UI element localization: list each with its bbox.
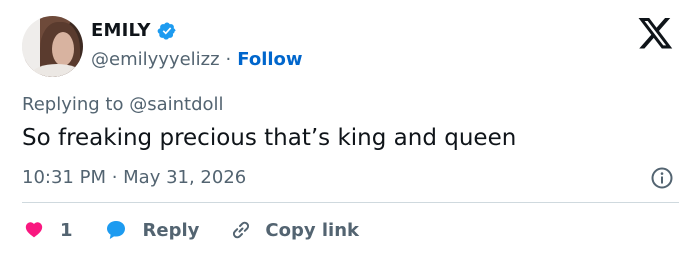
author-name[interactable]: EMILY bbox=[91, 20, 151, 41]
reply-bubble-icon bbox=[103, 218, 129, 242]
follow-button[interactable]: Follow bbox=[237, 49, 302, 70]
link-icon bbox=[229, 218, 253, 242]
info-icon[interactable] bbox=[650, 166, 674, 190]
reply-button[interactable]: Reply bbox=[103, 218, 200, 242]
x-logo-icon[interactable] bbox=[638, 18, 674, 50]
action-bar: 1 Reply Copy link bbox=[22, 215, 359, 245]
separator-dot: · bbox=[225, 49, 232, 70]
divider bbox=[22, 202, 679, 203]
handle-row: @emilyyyelizz · Follow bbox=[91, 49, 303, 70]
copy-link-label: Copy link bbox=[265, 219, 359, 241]
heart-icon bbox=[22, 219, 46, 241]
reply-label: Reply bbox=[142, 219, 200, 241]
tweet-text: So freaking precious that’s king and que… bbox=[22, 125, 517, 151]
tweet-card: EMILY @emilyyyelizz · Follow Replying to… bbox=[0, 0, 700, 256]
tweet-timestamp[interactable]: 10:31 PM · May 31, 2026 bbox=[22, 167, 246, 188]
author-name-row: EMILY bbox=[91, 20, 177, 41]
verified-badge-icon bbox=[157, 21, 177, 41]
replying-to-text[interactable]: Replying to @saintdoll bbox=[22, 94, 224, 115]
like-button[interactable]: 1 bbox=[22, 219, 73, 241]
copy-link-button[interactable]: Copy link bbox=[229, 218, 359, 242]
like-count: 1 bbox=[60, 219, 73, 241]
avatar[interactable] bbox=[22, 16, 83, 77]
author-handle[interactable]: @emilyyyelizz bbox=[91, 49, 220, 70]
